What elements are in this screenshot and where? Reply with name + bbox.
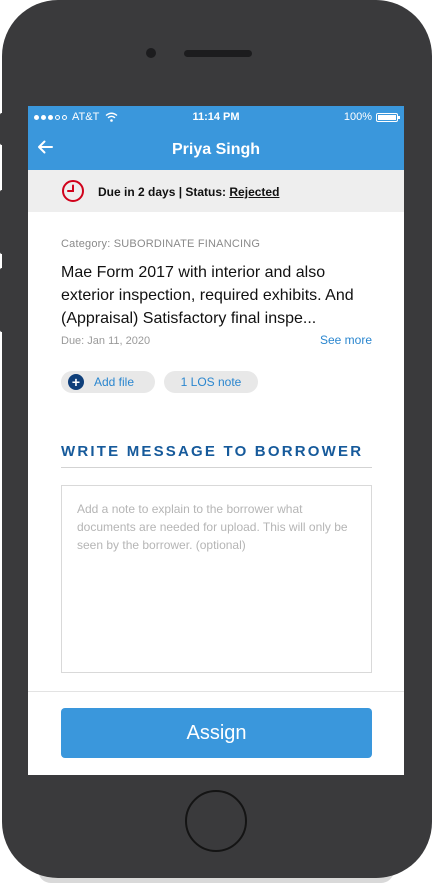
plus-circle-icon: + bbox=[68, 374, 84, 390]
los-note-label: 1 LOS note bbox=[180, 375, 242, 389]
due-status-text: Due in 2 days | Status: Rejected bbox=[98, 185, 279, 199]
volume-up-button bbox=[0, 190, 4, 254]
battery-status: 100% bbox=[343, 111, 400, 123]
message-input[interactable] bbox=[62, 486, 371, 672]
footer-divider bbox=[28, 691, 404, 692]
battery-icon bbox=[376, 112, 400, 122]
add-file-label: Add file bbox=[94, 375, 135, 389]
add-file-button[interactable]: + Add file bbox=[61, 371, 155, 393]
due-date: Due: Jan 11, 2020 bbox=[61, 335, 151, 347]
category-label: Category: SUBORDINATE FINANCING bbox=[61, 238, 261, 250]
due-status-banner: Due in 2 days | Status: Rejected bbox=[28, 170, 404, 212]
home-button[interactable] bbox=[185, 790, 247, 852]
clock-icon bbox=[62, 180, 84, 202]
status-badge[interactable]: Rejected bbox=[229, 185, 279, 199]
section-title: WRITE MESSAGE TO BORROWER bbox=[61, 443, 364, 460]
due-label: Due in 2 days | Status: bbox=[98, 185, 230, 199]
power-button bbox=[428, 190, 432, 254]
app-screen: AT&T 11:14 PM 100% Priya Singh Due in 2 … bbox=[28, 106, 404, 775]
mute-switch bbox=[0, 113, 4, 145]
los-note-chip[interactable]: 1 LOS note bbox=[164, 371, 258, 393]
message-field-container bbox=[61, 485, 372, 673]
earpiece-speaker bbox=[184, 50, 252, 57]
see-more-link[interactable]: See more bbox=[320, 333, 372, 347]
battery-fill bbox=[378, 114, 396, 120]
app-header: AT&T 11:14 PM 100% Priya Singh bbox=[28, 106, 404, 170]
battery-percent: 100% bbox=[343, 111, 372, 123]
status-bar: AT&T 11:14 PM 100% bbox=[28, 106, 404, 128]
condition-description: Mae Form 2017 with interior and also ext… bbox=[61, 264, 354, 327]
volume-down-button bbox=[0, 268, 4, 332]
section-divider bbox=[61, 467, 372, 468]
front-camera bbox=[146, 48, 156, 58]
assign-button[interactable]: Assign bbox=[61, 708, 372, 758]
page-title: Priya Singh bbox=[171, 141, 261, 158]
